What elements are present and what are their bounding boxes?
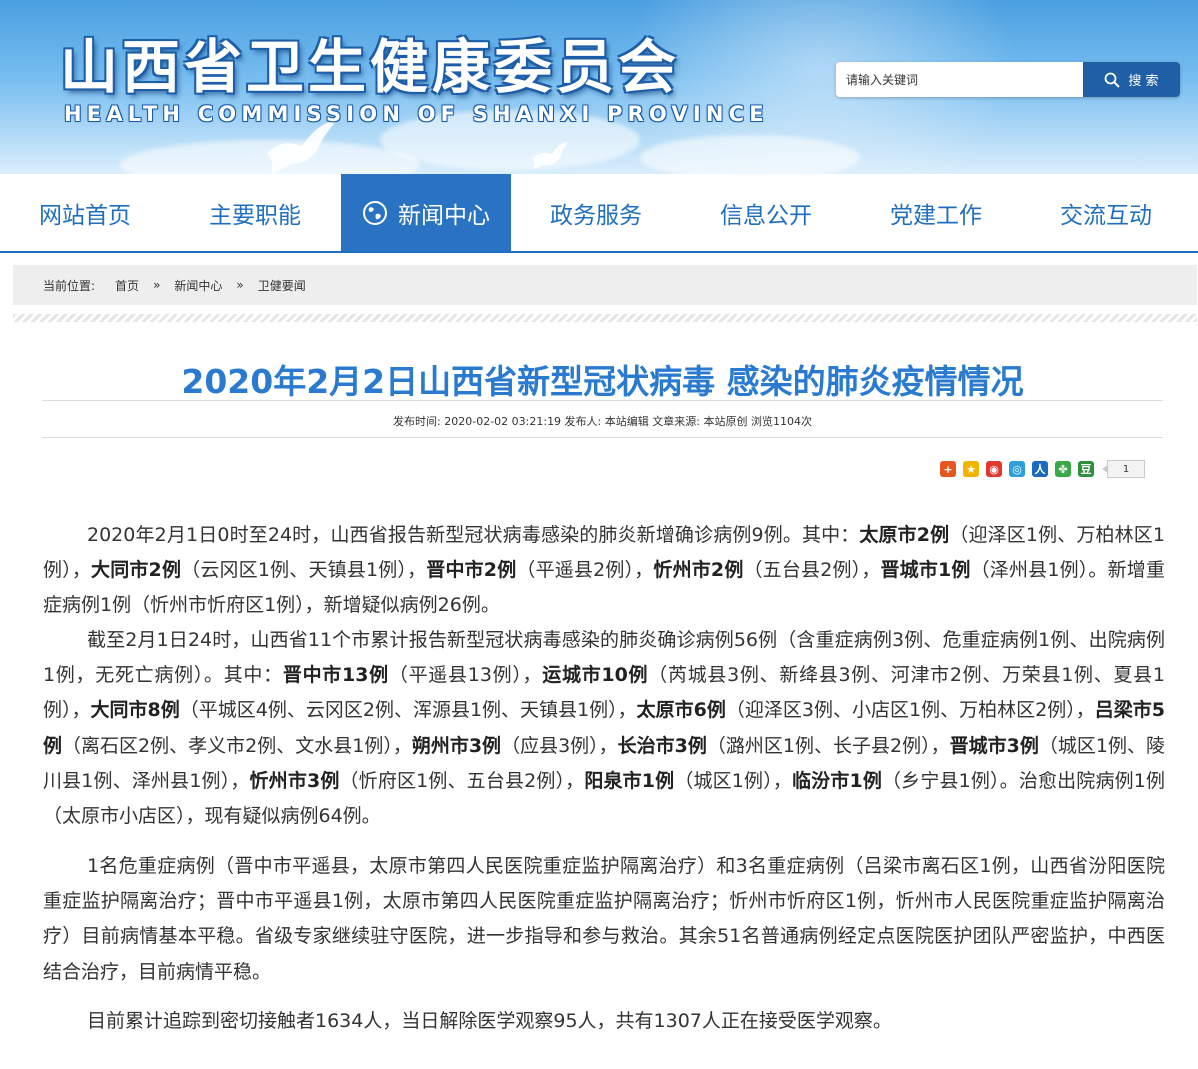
- nav-item-label: 主要职能: [209, 202, 301, 229]
- globe-icon: [363, 200, 387, 225]
- paragraph-text: 目前累计追踪到密切接触者1634人，当日解除医学观察95人，共有1307人正在接…: [87, 1010, 892, 1032]
- city-case-count: 晋城市3例: [949, 734, 1039, 757]
- paragraph-text: 1名危重症病例（晋中市平遥县，太原市第四人民医院重症监护隔离治疗）和3名重症病例…: [43, 855, 1165, 983]
- nav-item-interaction[interactable]: 交流互动: [1021, 174, 1191, 251]
- renren-icon[interactable]: 人: [1032, 461, 1048, 477]
- divider: [42, 400, 1163, 401]
- nav-item-label: 党建工作: [890, 202, 982, 229]
- header-banner: 山西省卫生健康委员会 HEALTH COMMISSION OF SHANXI P…: [0, 0, 1198, 174]
- share-bar: + ★ ◉ ◎ 人 ✤ 豆 1: [940, 460, 1145, 478]
- paragraph-text: （城区1例），: [674, 769, 793, 792]
- paragraph-text: （迎泽区3例、小店区1例、万柏林区2例），: [725, 699, 1095, 722]
- paragraph-text: （平遥县2例），: [516, 559, 654, 582]
- share-count: 1: [1102, 460, 1145, 478]
- dove-icon: [532, 142, 568, 169]
- nav-item-functions[interactable]: 主要职能: [170, 174, 340, 251]
- city-case-count: 太原市2例: [859, 524, 950, 546]
- search-button[interactable]: 搜 索: [1083, 62, 1180, 97]
- city-case-count: 晋中市13例: [282, 664, 389, 687]
- article-paragraph: 截至2月1日24时，山西省11个市累计报告新型冠状病毒感染的肺炎确诊病例56例（…: [43, 623, 1165, 834]
- city-case-count: 大同市8例: [90, 699, 180, 722]
- add-share-icon[interactable]: +: [940, 461, 956, 477]
- paragraph-text: （离石区2例、孝义市2例、文水县1例），: [62, 734, 412, 757]
- nav-item-services[interactable]: 政务服务: [511, 174, 681, 251]
- tencent-weibo-icon[interactable]: ◎: [1009, 461, 1025, 477]
- search-input[interactable]: [836, 62, 1082, 97]
- banner-cloud: [640, 135, 860, 174]
- article-title: 2020年2月2日山西省新型冠状病毒 感染的肺炎疫情情况: [181, 362, 1024, 401]
- site-title: 山西省卫生健康委员会: [60, 33, 681, 101]
- city-case-count: 运城市10例: [542, 664, 649, 687]
- paragraph-text: （应县3例），: [501, 734, 618, 757]
- paragraph-text: （五台县2例），: [743, 559, 881, 582]
- divider: [13, 314, 1197, 322]
- city-case-count: 朔州市3例: [411, 734, 502, 757]
- city-case-count: 太原市6例: [636, 699, 726, 722]
- main-nav: 网站首页 主要职能 新闻中心 政务服务 信息公开 党建工作 交流互动: [0, 174, 1198, 253]
- site-subtitle: HEALTH COMMISSION OF SHANXI PROVINCE: [64, 102, 769, 126]
- city-case-count: 阳泉市1例: [584, 769, 675, 792]
- qzone-icon[interactable]: ★: [963, 461, 979, 477]
- douban-icon[interactable]: 豆: [1078, 461, 1094, 477]
- city-case-count: 晋中市2例: [426, 559, 517, 582]
- city-case-count: 长治市3例: [617, 734, 707, 757]
- city-case-count: 忻州市2例: [653, 559, 744, 582]
- divider: [42, 437, 1163, 438]
- search-icon: [1105, 72, 1121, 88]
- search-box: 搜 索: [836, 62, 1180, 97]
- paragraph-text: （平城区4例、云冈区2例、浑源县1例、天镇县1例），: [179, 699, 637, 722]
- article-paragraph: 1名危重症病例（晋中市平遥县，太原市第四人民医院重症监护隔离治疗）和3名重症病例…: [43, 849, 1165, 990]
- nav-item-label: 网站首页: [39, 202, 131, 229]
- nav-item-label: 信息公开: [720, 202, 812, 229]
- nav-item-party[interactable]: 党建工作: [851, 174, 1021, 251]
- breadcrumb-link-home[interactable]: 首页: [115, 277, 139, 294]
- breadcrumb-lead: 当前位置:: [43, 278, 96, 293]
- dove-icon: [267, 120, 337, 174]
- search-button-label: 搜 索: [1128, 74, 1159, 89]
- nav-item-news[interactable]: 新闻中心: [341, 174, 511, 251]
- weibo-icon[interactable]: ◉: [986, 461, 1002, 477]
- article-meta: 发布时间: 2020-02-02 03:21:19 发布人: 本站编辑 文章来源…: [393, 415, 812, 428]
- paragraph-text: （潞州区1例、长子县2例），: [706, 734, 950, 757]
- city-case-count: 大同市2例: [91, 559, 182, 582]
- breadcrumb: 当前位置: 首页 » 新闻中心 » 卫健要闻: [13, 265, 1197, 305]
- nav-item-label: 交流互动: [1060, 202, 1152, 229]
- nav-item-home[interactable]: 网站首页: [0, 174, 170, 251]
- city-case-count: 晋城市1例: [880, 559, 971, 582]
- article-paragraph: 目前累计追踪到密切接触者1634人，当日解除医学观察95人，共有1307人正在接…: [43, 1004, 1165, 1039]
- nav-item-label: 政务服务: [550, 202, 642, 229]
- kaixin-icon[interactable]: ✤: [1055, 461, 1071, 477]
- paragraph-text: （忻府区1例、五台县2例），: [339, 769, 585, 792]
- article-paragraph: 2020年2月1日0时至24时，山西省报告新型冠状病毒感染的肺炎新增确诊病例9例…: [43, 518, 1165, 624]
- breadcrumb-link-health-news[interactable]: 卫健要闻: [258, 277, 306, 294]
- city-case-count: 忻州市3例: [249, 769, 340, 792]
- paragraph-text: （平遥县13例），: [388, 664, 543, 687]
- breadcrumb-link-news[interactable]: 新闻中心: [174, 277, 222, 294]
- breadcrumb-separator: »: [236, 278, 244, 292]
- nav-item-disclosure[interactable]: 信息公开: [681, 174, 851, 251]
- paragraph-text: 2020年2月1日0时至24时，山西省报告新型冠状病毒感染的肺炎新增确诊病例9例…: [87, 524, 860, 546]
- paragraph-text: （云冈区1例、天镇县1例），: [181, 559, 427, 582]
- city-case-count: 临汾市1例: [792, 769, 883, 792]
- nav-item-label: 新闻中心: [398, 202, 490, 229]
- breadcrumb-separator: »: [153, 278, 161, 292]
